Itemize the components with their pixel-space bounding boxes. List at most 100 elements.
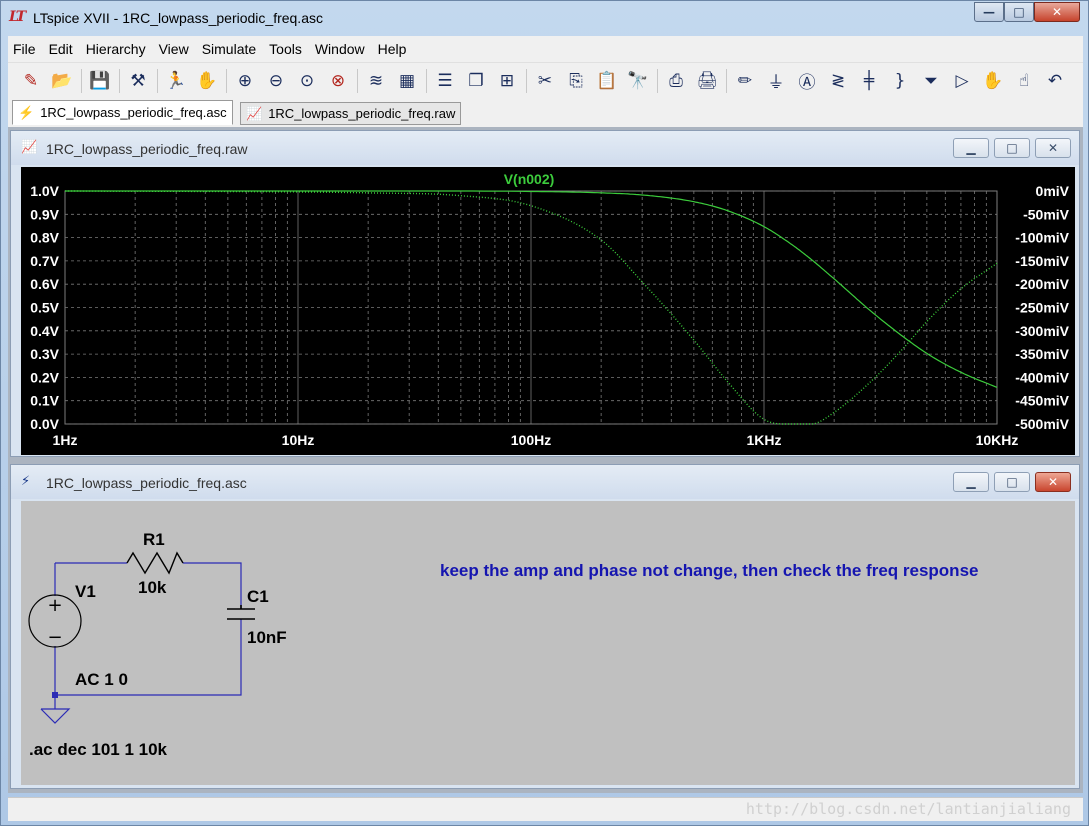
capacitor-c1-symbol[interactable] [227,605,255,620]
close-button[interactable]: ✕ [1034,2,1080,22]
drag-icon[interactable]: ☝ [1011,68,1037,94]
wire[interactable] [183,562,242,609]
tab-label: 1RC_lowpass_periodic_freq.asc [40,105,227,120]
x-tick-label: 10KHz [976,432,1019,448]
print-setup-icon[interactable]: 🖨 [694,68,720,94]
x-tick-label: 1KHz [746,432,781,448]
toolbar-separator [81,68,82,93]
maximize-button[interactable]: □ [1004,2,1034,22]
svg-text:−: − [47,627,62,648]
zoom-out-icon[interactable]: ⊖ [263,68,289,94]
schematic-drawing[interactable]: + − R1 10k C1 10nF V1 AC 1 0 .ac dec 101… [21,501,1075,785]
tab-schematic[interactable]: ⚡ 1RC_lowpass_periodic_freq.asc [12,100,233,125]
toolbar-separator [157,68,158,93]
menu-view[interactable]: View [159,41,189,57]
y-right-tick-label: -250miV [1015,300,1069,316]
plot-settings-icon[interactable]: ▦ [394,68,420,94]
tab-label: 1RC_lowpass_periodic_freq.raw [268,106,456,121]
minimize-button[interactable]: ▁ [953,138,989,158]
tile-vertical-icon[interactable]: ⊞ [494,68,520,94]
diode-icon[interactable]: ⏷ [918,68,944,94]
ltspice-logo-icon: LT [9,9,26,25]
halt-icon[interactable]: ✋ [194,68,220,94]
y-left-tick-label: 0.9V [30,206,59,222]
waveform-icon: 📈 [21,140,38,155]
schematic-window-title: 1RC_lowpass_periodic_freq.asc [46,475,247,491]
waveform-icon: 📈 [246,105,263,121]
new-schematic-icon[interactable]: ✎ [18,68,44,94]
toolbar-separator [119,68,120,93]
toolbar: ✎ 📂 💾 ⚒ 🏃 ✋ ⊕ ⊖ ⊙ ⊗ ≋ ▦ ☰ ❐ ⊞ ✂ ⎘ 📋 🔭 ⎙ … [8,62,1083,98]
y-right-tick-label: -300miV [1015,323,1069,339]
save-icon[interactable]: 💾 [87,68,113,94]
voltage-source-v1-symbol[interactable]: + − [28,594,82,648]
y-right-tick-label: -350miV [1015,346,1069,362]
resistor-icon[interactable]: ≷ [825,68,851,94]
menu-window[interactable]: Window [315,41,365,57]
ground-symbol[interactable] [40,695,71,724]
y-right-tick-label: -200miV [1015,276,1069,292]
status-bar: http://blog.csdn.net/lantianjialiang [8,797,1083,821]
schematic-comment[interactable]: keep the amp and phase not change, then … [440,561,978,580]
y-left-tick-label: 1.0V [30,183,59,199]
find-icon[interactable]: 🔭 [625,68,651,94]
svg-text:+: + [47,595,62,616]
y-right-tick-label: -450miV [1015,393,1069,409]
autorange-icon[interactable]: ≋ [363,68,389,94]
y-left-tick-label: 0.2V [30,369,59,385]
minimize-button[interactable]: — [974,2,1004,22]
undo-icon[interactable]: ↶ [1042,68,1068,94]
v1-name[interactable]: V1 [75,582,96,601]
inductor-icon[interactable]: } [887,68,913,94]
minimize-button[interactable]: ▁ [953,472,989,492]
close-button[interactable]: ✕ [1035,138,1071,158]
title-bar[interactable]: LT LTspice XVII - 1RC_lowpass_periodic_f… [1,1,1088,35]
capacitor-icon[interactable]: ╪ [856,68,882,94]
waveform-chart[interactable]: 1.0V 0miV 0.9V -50miV 0.8V -100miV 0.7V -150miV… [21,167,1075,455]
menu-bar: File Edit Hierarchy View Simulate Tools … [8,36,1083,62]
y-right-tick-label: -500miV [1015,416,1069,432]
v1-value[interactable]: AC 1 0 [75,670,128,689]
resistor-r1-symbol[interactable] [126,551,184,575]
open-icon[interactable]: 📂 [49,68,75,94]
move-icon[interactable]: ✋ [980,68,1006,94]
tab-waveform[interactable]: 📈 1RC_lowpass_periodic_freq.raw [240,102,462,125]
zoom-cancel-icon[interactable]: ⊗ [325,68,351,94]
menu-simulate[interactable]: Simulate [202,41,256,57]
control-panel-icon[interactable]: ⚒ [125,68,151,94]
ground-icon[interactable]: ⏚ [763,68,789,94]
tile-horizontal-icon[interactable]: ☰ [432,68,458,94]
toolbar-separator [357,68,358,93]
schematic-window-titlebar[interactable]: ⚡ 1RC_lowpass_periodic_freq.asc ▁ □ ✕ [11,465,1079,499]
r1-name[interactable]: R1 [143,530,165,549]
waveform-window-titlebar[interactable]: 📈 1RC_lowpass_periodic_freq.raw ▁ □ ✕ [11,131,1079,165]
maximize-button[interactable]: □ [994,138,1030,158]
spice-directive[interactable]: .ac dec 101 1 10k [29,740,168,759]
menu-file[interactable]: File [13,41,36,57]
waveform-window-title: 1RC_lowpass_periodic_freq.raw [46,141,248,157]
copy-icon[interactable]: ⎘ [563,68,589,94]
menu-tools[interactable]: Tools [269,41,302,57]
junction-dot [52,692,58,698]
schematic-canvas[interactable]: + − R1 10k C1 10nF V1 AC 1 0 .ac dec 101… [21,501,1075,785]
c1-name[interactable]: C1 [247,587,269,606]
print-icon[interactable]: ⎙ [663,68,689,94]
paste-icon[interactable]: 📋 [594,68,620,94]
menu-help[interactable]: Help [378,41,407,57]
menu-edit[interactable]: Edit [49,41,73,57]
run-icon[interactable]: 🏃 [163,68,189,94]
waveform-plot[interactable]: 1.0V 0miV 0.9V -50miV 0.8V -100miV 0.7V -150miV… [21,167,1075,455]
maximize-button[interactable]: □ [994,472,1030,492]
r1-value[interactable]: 10k [138,578,167,597]
label-net-icon[interactable]: Ⓐ [794,68,820,94]
cut-icon[interactable]: ✂ [532,68,558,94]
c1-value[interactable]: 10nF [247,628,287,647]
component-icon[interactable]: ▷ [949,68,975,94]
zoom-in-icon[interactable]: ⊕ [232,68,258,94]
close-button[interactable]: ✕ [1035,472,1071,492]
zoom-fit-icon[interactable]: ⊙ [294,68,320,94]
trace-label-v-n002[interactable]: V(n002) [504,171,555,187]
cascade-icon[interactable]: ❐ [463,68,489,94]
menu-hierarchy[interactable]: Hierarchy [86,41,146,57]
draw-wire-icon[interactable]: ✏ [732,68,758,94]
